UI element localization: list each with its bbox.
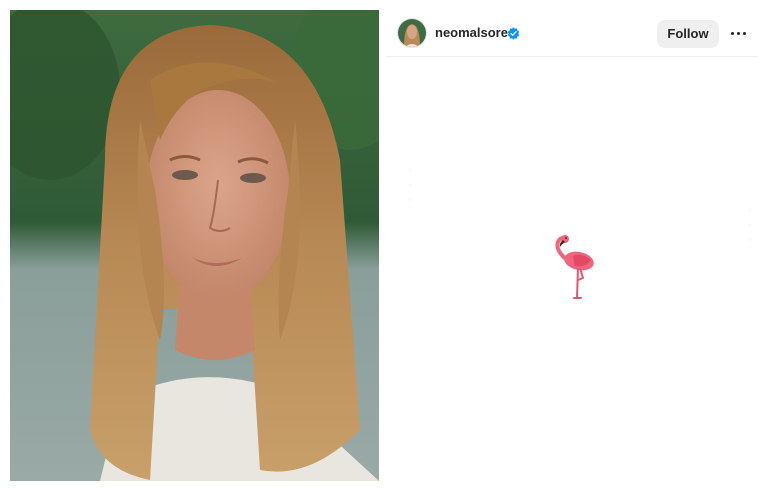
follow-button[interactable]: Follow [657,20,719,48]
faint-watermark-right: · · · [741,207,761,245]
flamingo-emoji [551,234,597,300]
verified-badge-icon [507,27,520,40]
post-content: · · · · · · [386,57,761,481]
username-link[interactable]: neomalsore [435,24,508,42]
post-viewer: neomalsore Follow · · · · · · [0,0,768,491]
portrait-image [10,10,379,481]
faint-watermark-left: · · · [401,167,421,205]
avatar[interactable] [398,19,426,47]
post-photo [10,10,379,481]
more-options-icon[interactable] [728,23,748,43]
post-panel: neomalsore Follow · · · · · · [386,10,761,481]
post-header: neomalsore Follow [386,10,758,57]
